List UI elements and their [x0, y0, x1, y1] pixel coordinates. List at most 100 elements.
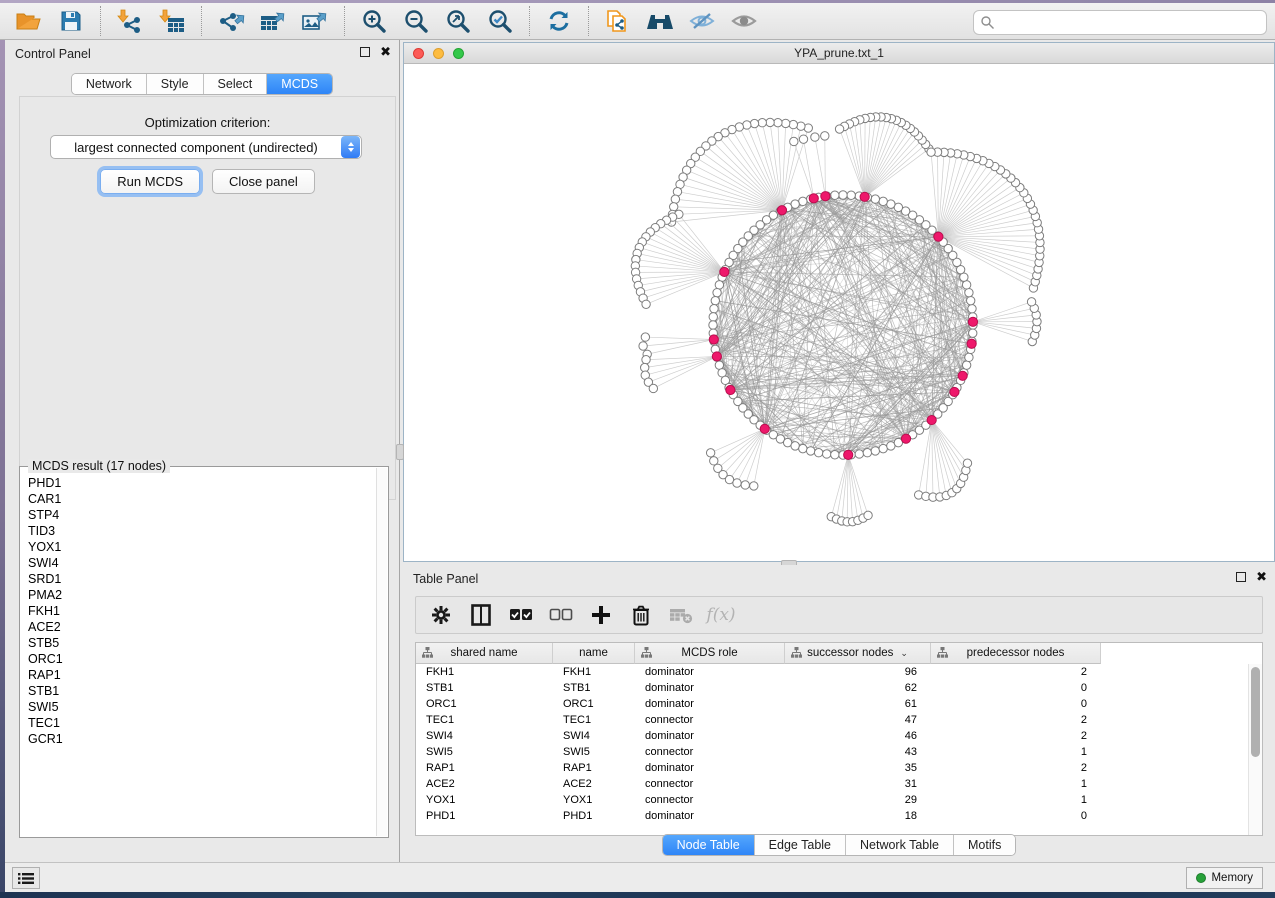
delete-columns-icon[interactable]	[628, 602, 654, 628]
table-row[interactable]: TEC1TEC1connector472	[416, 712, 1248, 728]
fan-node[interactable]	[797, 122, 805, 130]
column-header-MCDS-role[interactable]: MCDS role	[635, 643, 785, 664]
ring-node[interactable]	[715, 281, 723, 289]
fan-node[interactable]	[811, 133, 819, 141]
fan-node[interactable]	[835, 125, 843, 133]
run-mcds-button[interactable]: Run MCDS	[100, 169, 200, 194]
mcds-node[interactable]	[709, 335, 718, 344]
select-all-icon[interactable]	[508, 602, 534, 628]
refresh-button[interactable]	[538, 5, 580, 37]
fan-node[interactable]	[750, 482, 758, 490]
result-node[interactable]: STB1	[28, 683, 376, 699]
ring-node[interactable]	[968, 305, 976, 313]
task-history-button[interactable]	[12, 867, 40, 889]
mcds-node[interactable]	[860, 192, 869, 201]
table-row[interactable]: SWI4SWI4dominator462	[416, 728, 1248, 744]
mcds-node[interactable]	[968, 317, 977, 326]
network-titlebar[interactable]: YPA_prune.txt_1	[404, 43, 1274, 64]
search-binoculars-button[interactable]	[639, 5, 681, 37]
fan-node[interactable]	[799, 135, 807, 143]
fan-node[interactable]	[639, 342, 647, 350]
mcds-node[interactable]	[809, 194, 818, 203]
fan-node[interactable]	[864, 511, 872, 519]
ring-node[interactable]	[847, 191, 855, 199]
close-window-icon[interactable]	[413, 48, 424, 59]
search-input[interactable]	[995, 16, 1266, 30]
ring-node[interactable]	[711, 296, 719, 304]
result-node[interactable]: SWI5	[28, 699, 376, 715]
tab-mcds[interactable]: MCDS	[267, 74, 332, 94]
table-row[interactable]: STB1STB1dominator620	[416, 680, 1248, 696]
fan-node[interactable]	[821, 132, 829, 140]
minimize-window-icon[interactable]	[433, 48, 444, 59]
export-image-button[interactable]	[294, 5, 336, 37]
result-node[interactable]: ORC1	[28, 651, 376, 667]
tab-network-table[interactable]: Network Table	[846, 835, 954, 855]
ring-node[interactable]	[965, 288, 973, 296]
result-node[interactable]: YOX1	[28, 539, 376, 555]
tab-network[interactable]: Network	[72, 74, 147, 94]
ring-node[interactable]	[839, 191, 847, 199]
fan-node[interactable]	[741, 481, 749, 489]
zoom-out-button[interactable]	[395, 5, 437, 37]
ring-node[interactable]	[806, 447, 814, 455]
ring-node[interactable]	[799, 444, 807, 452]
close-table-panel-icon[interactable]: ✖	[1256, 572, 1267, 582]
table-row[interactable]: ORC1ORC1dominator610	[416, 696, 1248, 712]
fan-node[interactable]	[766, 118, 774, 126]
mcds-node[interactable]	[712, 352, 721, 361]
ring-node[interactable]	[814, 448, 822, 456]
ring-node[interactable]	[871, 447, 879, 455]
optimization-criterion-dropdown[interactable]: largest connected component (undirected)	[50, 135, 362, 159]
hide-selected-button[interactable]	[681, 5, 723, 37]
close-panel-icon[interactable]: ✖	[380, 47, 391, 57]
tab-edge-table[interactable]: Edge Table	[755, 835, 846, 855]
maximize-window-icon[interactable]	[453, 48, 464, 59]
ring-node[interactable]	[962, 281, 970, 289]
close-panel-button[interactable]: Close panel	[212, 169, 315, 194]
ring-node[interactable]	[966, 296, 974, 304]
zoom-fit-button[interactable]	[437, 5, 479, 37]
result-node[interactable]: STP4	[28, 507, 376, 523]
clone-network-button[interactable]	[597, 5, 639, 37]
fan-node[interactable]	[927, 148, 935, 156]
fan-node[interactable]	[781, 119, 789, 127]
mcds-node[interactable]	[720, 267, 729, 276]
ring-node[interactable]	[791, 442, 799, 450]
ring-node[interactable]	[710, 305, 718, 313]
deselect-all-icon[interactable]	[548, 602, 574, 628]
fan-node[interactable]	[641, 333, 649, 341]
delete-table-icon[interactable]	[668, 602, 694, 628]
mcds-node[interactable]	[844, 450, 853, 459]
mcds-result-scrollbar[interactable]	[376, 468, 387, 836]
function-builder-icon[interactable]: f(x)	[708, 602, 734, 628]
result-node[interactable]: PHD1	[28, 475, 376, 491]
mcds-node[interactable]	[927, 415, 936, 424]
mcds-node[interactable]	[934, 232, 943, 241]
mcds-node[interactable]	[901, 434, 910, 443]
mcds-node[interactable]	[967, 339, 976, 348]
ring-node[interactable]	[969, 329, 977, 337]
mcds-node[interactable]	[760, 424, 769, 433]
fan-node[interactable]	[963, 459, 971, 467]
ring-node[interactable]	[715, 361, 723, 369]
zoom-in-button[interactable]	[353, 5, 395, 37]
ring-node[interactable]	[709, 321, 717, 329]
ring-node[interactable]	[879, 444, 887, 452]
table-row[interactable]: PHD1PHD1dominator180	[416, 808, 1248, 824]
mcds-node[interactable]	[726, 385, 735, 394]
ring-node[interactable]	[831, 451, 839, 459]
settings-gear-icon[interactable]	[428, 602, 454, 628]
fan-node[interactable]	[774, 118, 782, 126]
memory-button[interactable]: Memory	[1186, 867, 1263, 889]
ring-node[interactable]	[965, 353, 973, 361]
column-header-successor-nodes[interactable]: successor nodes⌄	[785, 643, 931, 664]
export-table-button[interactable]	[252, 5, 294, 37]
result-node[interactable]: FKH1	[28, 603, 376, 619]
fan-node[interactable]	[649, 384, 657, 392]
tab-motifs[interactable]: Motifs	[954, 835, 1015, 855]
table-row[interactable]: RAP1RAP1dominator352	[416, 760, 1248, 776]
save-session-button[interactable]	[50, 5, 92, 37]
tab-select[interactable]: Select	[204, 74, 268, 94]
table-scrollbar-thumb[interactable]	[1251, 667, 1260, 757]
